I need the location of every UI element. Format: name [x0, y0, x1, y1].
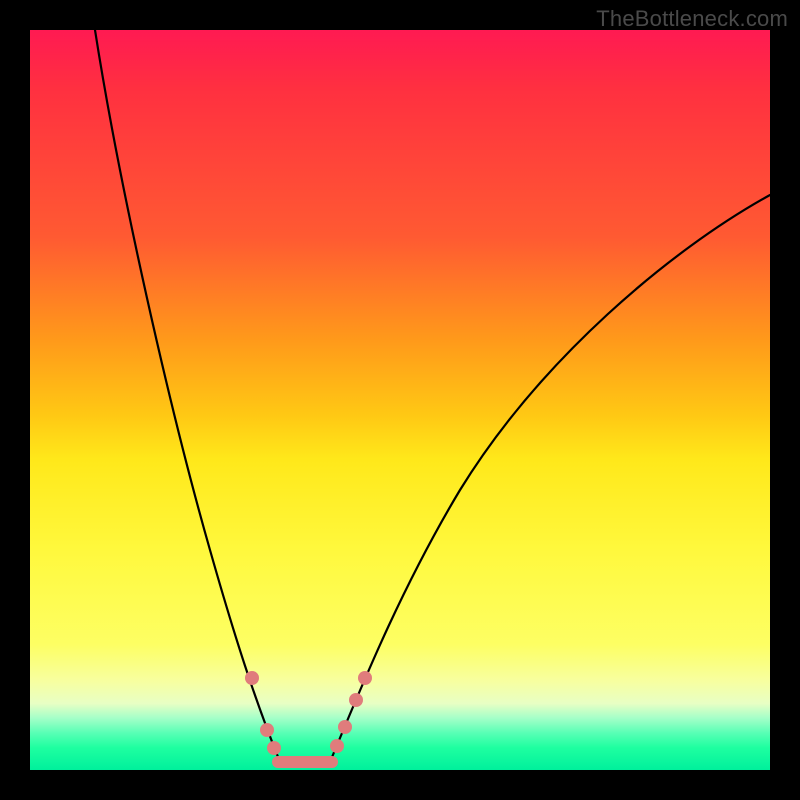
bead-left-1 — [245, 671, 259, 685]
chart-frame: TheBottleneck.com — [0, 0, 800, 800]
right-curve — [330, 195, 770, 762]
watermark-text: TheBottleneck.com — [596, 6, 788, 32]
bead-left-2 — [260, 723, 274, 737]
bead-right-1 — [330, 739, 344, 753]
bead-right-2 — [338, 720, 352, 734]
bead-left-3 — [267, 741, 281, 755]
left-curve — [95, 30, 280, 762]
bead-right-4 — [358, 671, 372, 685]
curve-layer — [30, 30, 770, 770]
plot-area — [30, 30, 770, 770]
bead-right-3 — [349, 693, 363, 707]
